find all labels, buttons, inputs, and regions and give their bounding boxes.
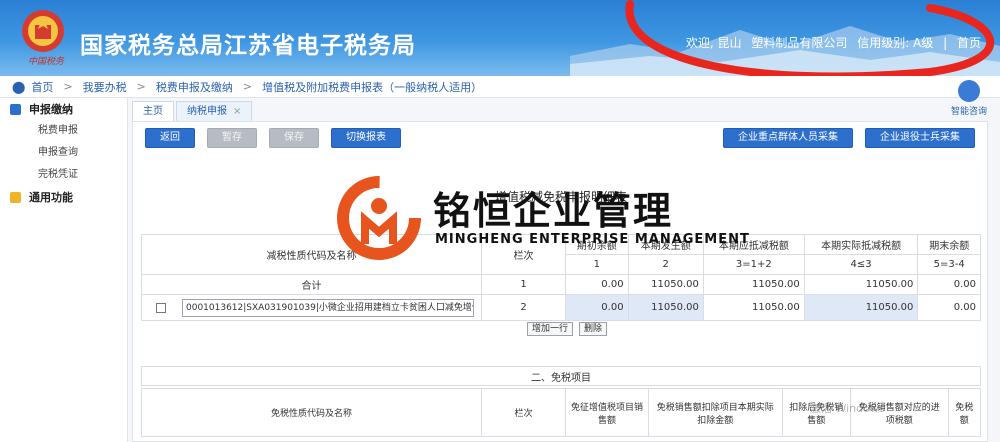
breadcrumb-item[interactable]: 首页 bbox=[31, 79, 53, 95]
row-actions: 增加一行 删除 bbox=[527, 322, 608, 336]
tax-emblem-icon bbox=[22, 10, 64, 52]
col-header-actual: 本期实际抵减税额 bbox=[803, 234, 919, 255]
smart-consult-button[interactable]: 智能咨询 bbox=[944, 80, 994, 120]
breadcrumb-item[interactable]: 我要办税 bbox=[83, 79, 127, 95]
col-header-deductible: 本期应抵减税额 bbox=[702, 234, 805, 255]
customer-service-icon bbox=[958, 80, 980, 102]
user-info-bar: 欢迎, 昆山 塑料制品有限公司 信用级别: A级 | 首页 bbox=[685, 36, 981, 50]
site-title: 国家税务总局江苏省电子税务局 bbox=[80, 33, 416, 59]
form-title: 增值税减免税申报明细表 bbox=[494, 190, 627, 204]
company-name: 塑料制品有限公司 bbox=[751, 36, 848, 50]
tab-label: 纳税申报 bbox=[187, 106, 227, 117]
delete-row-button[interactable]: 删除 bbox=[579, 322, 608, 336]
sidebar-group-label: 申报缴纳 bbox=[29, 103, 73, 116]
sidebar-item-tax-certificate[interactable]: 完税凭证 bbox=[0, 164, 127, 186]
message-icon bbox=[10, 191, 21, 203]
reduction-code-select[interactable]: 0001013612|SXA031901039|小微企业招用建档立卡贫困人口减免… bbox=[182, 298, 474, 317]
sidebar: 申报缴纳 税费申报 申报查询 完税凭证 通用功能 bbox=[0, 98, 128, 442]
menu-grid-icon bbox=[10, 103, 21, 115]
exemption-section-title: 二、免税项目 bbox=[141, 366, 981, 386]
begin-balance-input[interactable]: 0.00 bbox=[565, 294, 629, 321]
save-button[interactable]: 保存 bbox=[269, 128, 319, 148]
back-button[interactable]: 返回 bbox=[145, 128, 195, 148]
sidebar-item-declare-query[interactable]: 申报查询 bbox=[0, 142, 127, 164]
location-pin-icon: ⬤ bbox=[12, 79, 26, 94]
actual-deduct-input[interactable]: 11050.00 bbox=[803, 294, 919, 321]
site-header: 中国税务 国家税务总局江苏省电子税务局 欢迎, 昆山 塑料制品有限公司 信用级别… bbox=[0, 0, 1000, 76]
home-link[interactable]: 首页 bbox=[957, 36, 981, 50]
key-group-collect-button[interactable]: 企业重点群体人员采集 bbox=[723, 128, 853, 148]
add-row-button[interactable]: 增加一行 bbox=[527, 322, 574, 336]
current-amount-input[interactable]: 11050.00 bbox=[627, 294, 704, 321]
sidebar-group-declare[interactable]: 申报缴纳 bbox=[0, 98, 127, 120]
main-content: 返回 暂存 保存 切换报表 企业重点群体人员采集 企业退役士兵采集 增值税减免税… bbox=[132, 121, 988, 442]
col-header-end: 期末余额 bbox=[917, 234, 981, 255]
breadcrumb: ⬤ 首页 > 我要办税 > 税费申报及缴纳 > 增值税及附加税费申报表（一般纳税… bbox=[0, 76, 1000, 98]
veteran-collect-button[interactable]: 企业退役士兵采集 bbox=[865, 128, 975, 148]
toolbar-right: 企业重点群体人员采集 企业退役士兵采集 bbox=[723, 128, 975, 148]
sidebar-group-common[interactable]: 通用功能 bbox=[0, 186, 127, 208]
breadcrumb-item[interactable]: 税费申报及缴纳 bbox=[156, 79, 233, 95]
switch-report-button[interactable]: 切换报表 bbox=[331, 128, 401, 148]
temp-save-button[interactable]: 暂存 bbox=[207, 128, 257, 148]
windows-activation-notice: 激活 Windows bbox=[810, 402, 885, 415]
table-row-total: 合计 1 0.00 11050.00 11050.00 11050.00 0.0… bbox=[141, 274, 981, 295]
tab-tax-declare[interactable]: 纳税申报 × bbox=[176, 101, 253, 121]
table-row: 0001013612|SXA031901039|小微企业招用建档立卡贫困人口减免… bbox=[141, 294, 981, 321]
tab-home[interactable]: 主页 bbox=[132, 101, 174, 121]
reduction-table: 减税性质代码及名称 栏次 期初余额 本期发生额 本期应抵减税额 本期实际抵减税额… bbox=[141, 234, 981, 321]
tab-bar: 主页 纳税申报 × bbox=[132, 101, 254, 121]
user-greeting: 欢迎, 昆山 bbox=[685, 36, 742, 50]
row-checkbox[interactable] bbox=[156, 302, 166, 313]
toolbar: 返回 暂存 保存 切换报表 bbox=[145, 128, 401, 148]
col-header-name: 减税性质代码及名称 bbox=[141, 234, 482, 275]
table-header-row: 减税性质代码及名称 栏次 期初余额 本期发生额 本期应抵减税额 本期实际抵减税额… bbox=[141, 234, 981, 275]
col-header-line: 栏次 bbox=[481, 234, 566, 275]
sidebar-item-tax-declare[interactable]: 税费申报 bbox=[0, 120, 127, 142]
sidebar-group-label: 通用功能 bbox=[29, 191, 73, 204]
credit-level: 信用级别: A级 bbox=[857, 36, 934, 50]
smart-consult-label: 智能咨询 bbox=[950, 107, 987, 117]
close-icon[interactable]: × bbox=[233, 106, 241, 117]
col-header-current: 本期发生额 bbox=[627, 234, 704, 255]
breadcrumb-item: 增值税及附加税费申报表（一般纳税人适用） bbox=[262, 80, 483, 94]
col-header-begin: 期初余额 bbox=[565, 234, 629, 255]
emblem-caption: 中国税务 bbox=[27, 57, 64, 67]
